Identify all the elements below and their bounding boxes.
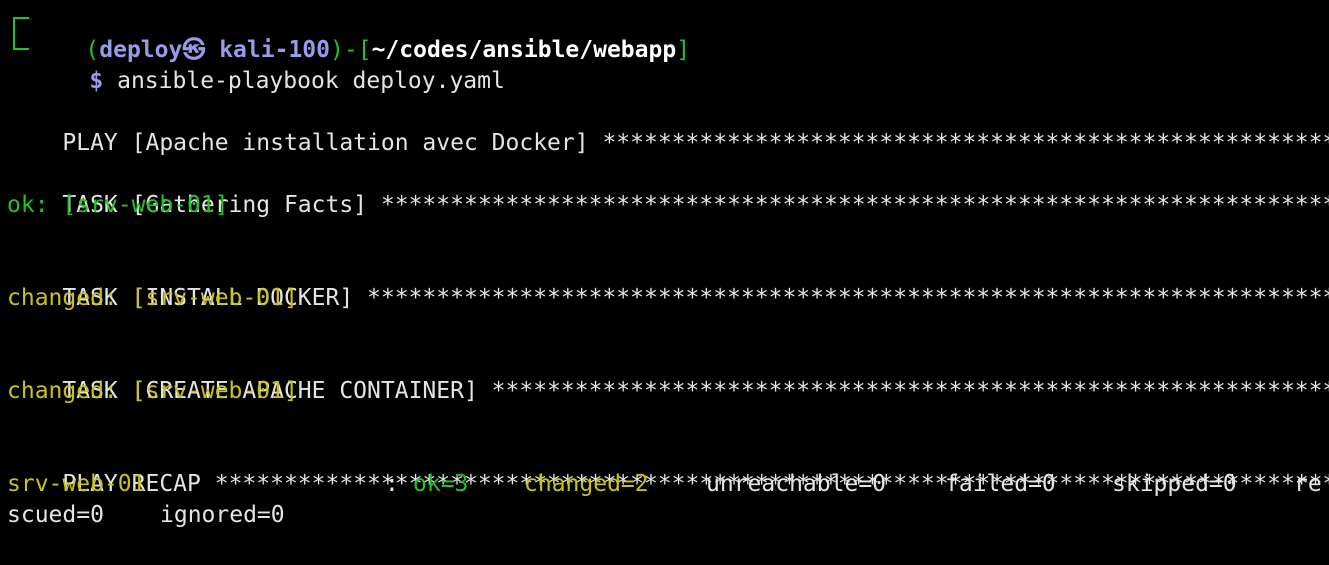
prompt-close-bracket: ] — [676, 37, 691, 63]
play-recap-line: PLAY RECAP *****************************… — [7, 438, 1329, 497]
task-install-docker-stars: ****************************************… — [367, 285, 1329, 311]
task-create-container-line: TASK [CREATE APACHE CONTAINER] *********… — [7, 345, 1329, 404]
recap-failed: failed=0 — [945, 471, 1056, 497]
task-create-container-stars: ****************************************… — [491, 378, 1329, 404]
task-gathering-facts-result: ok: [srv-web-01] — [7, 192, 229, 218]
prompt-connector-bottom — [13, 34, 29, 50]
recap-rescued-start: re — [1294, 471, 1322, 497]
play-stars: ****************************************… — [602, 130, 1329, 156]
recap-rescued-end: scued=0 — [7, 502, 104, 528]
task-install-docker-line: TASK [INSTALL DOCKER] ******************… — [7, 252, 1329, 311]
recap-host: srv-web-01 — [7, 471, 146, 497]
task-create-container-result: changed: [srv-web-01] — [7, 378, 298, 404]
task-gathering-facts-line: TASK [Gathering Facts] *****************… — [7, 159, 1329, 218]
recap-ok: ok=3 — [413, 471, 469, 497]
play-header: PLAY [Apache installation avec Docker] — [62, 130, 603, 156]
prompt-line: (deploy㉿ kali-100)-[~/codes/ansible/weba… — [30, 4, 690, 63]
play-header-line: PLAY [Apache installation avec Docker] *… — [7, 97, 1329, 156]
recap-changed: changed=2 — [524, 471, 649, 497]
recap-ignored: ignored=0 — [160, 502, 285, 528]
prompt-connector-top — [13, 17, 29, 35]
command-text: ansible-playbook deploy.yaml — [117, 68, 505, 94]
recap-skipped: skipped=0 — [1112, 471, 1237, 497]
recap-colon: : — [385, 471, 413, 497]
prompt-dollar: $ — [89, 68, 104, 94]
task-gathering-facts-stars: ****************************************… — [380, 192, 1329, 218]
command-line: $ ansible-playbook deploy.yaml — [34, 35, 504, 94]
recap-unreachable: unreachable=0 — [706, 471, 887, 497]
terminal-window[interactable]: (deploy㉿ kali-100)-[~/codes/ansible/weba… — [0, 0, 1329, 565]
task-install-docker-result: changed: [srv-web-01] — [7, 285, 298, 311]
